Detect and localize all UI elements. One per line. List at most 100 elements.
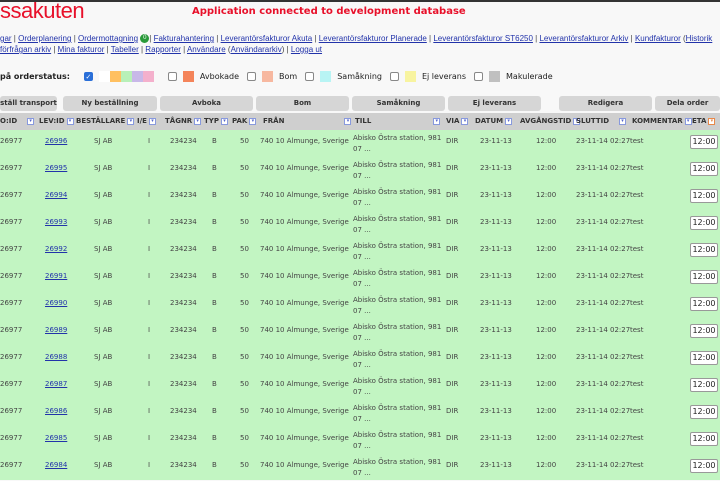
lev-id-link[interactable]: 26996 bbox=[45, 137, 67, 145]
lev-id-link[interactable]: 26991 bbox=[45, 272, 67, 280]
environment-message: Application connected to development dat… bbox=[192, 6, 466, 17]
lev-id-link[interactable]: 26984 bbox=[45, 461, 67, 469]
cell-via: DIR bbox=[446, 137, 459, 145]
cell-sluttid: 23-11-14 02:27 bbox=[576, 164, 631, 172]
table-row[interactable]: 26977 26988 SJ AB I 234234 B 50 740 10 Almunge,… bbox=[0, 346, 720, 373]
eta-input[interactable]: 12:00 bbox=[690, 216, 718, 230]
col-tagnr[interactable]: TÅGNR ▾ bbox=[165, 113, 202, 130]
cell-ord_id: 26977 bbox=[0, 272, 23, 280]
nav-anvandare[interactable]: Användare bbox=[187, 45, 226, 54]
eta-input[interactable]: 12:00 bbox=[690, 432, 718, 446]
cell-via: DIR bbox=[446, 434, 459, 442]
lev-id-link[interactable]: 26993 bbox=[45, 218, 67, 226]
nav-lev-akuta[interactable]: Leverantörsfakturor Akuta bbox=[221, 34, 313, 43]
eta-input[interactable]: 12:00 bbox=[690, 324, 718, 338]
nav-kundfakturor[interactable]: Kundfakturor bbox=[635, 34, 681, 43]
redigera-button[interactable]: Redigera bbox=[559, 96, 652, 111]
bom-button[interactable]: Bom bbox=[256, 96, 349, 111]
lev-id-link[interactable]: 26985 bbox=[45, 434, 67, 442]
cell-bestallare: SJ AB bbox=[94, 272, 113, 280]
col-datum[interactable]: DATUM ▾ bbox=[475, 113, 513, 130]
cell-lev: 26996 bbox=[45, 137, 67, 145]
lev-id-link[interactable]: 26988 bbox=[45, 353, 67, 361]
checkbox-makulerade[interactable] bbox=[474, 71, 484, 81]
nav-forfragan-arkiv[interactable]: förfrågan arkiv bbox=[0, 45, 51, 54]
eta-input[interactable]: 12:00 bbox=[690, 243, 718, 257]
checkbox-ej-leverans[interactable] bbox=[389, 71, 399, 81]
col-till[interactable]: TILL ▾ bbox=[355, 113, 441, 130]
eta-input[interactable]: 12:00 bbox=[690, 135, 718, 149]
cell-lev: 26989 bbox=[45, 326, 67, 334]
nav-mina-fakturor[interactable]: Mina fakturor bbox=[58, 45, 105, 54]
ny-bestallning-button[interactable]: Ny beställning bbox=[63, 96, 157, 111]
lev-id-link[interactable]: 26986 bbox=[45, 407, 67, 415]
nav-ordermottagning[interactable]: Ordermottagning bbox=[78, 34, 138, 43]
nav-fakturahantering[interactable]: Fakturahantering bbox=[154, 34, 214, 43]
dela-order-button[interactable]: Dela order bbox=[655, 96, 720, 111]
samakning-button[interactable]: Samåkning bbox=[352, 96, 445, 111]
nav-tabeller[interactable]: Tabeller bbox=[111, 45, 139, 54]
bestall-transport-button[interactable]: ställ transport bbox=[0, 96, 57, 111]
cell-bestallare: SJ AB bbox=[94, 164, 113, 172]
table-row[interactable]: 26977 26991 SJ AB I 234234 B 50 740 10 Almunge,… bbox=[0, 265, 720, 292]
nav-rapporter[interactable]: Rapporter bbox=[145, 45, 181, 54]
table-row[interactable]: 26977 26990 SJ AB I 234234 B 50 740 10 Almunge,… bbox=[0, 292, 720, 319]
col-eta[interactable]: ETA ▾ bbox=[692, 113, 716, 130]
eta-input[interactable]: 12:00 bbox=[690, 459, 718, 473]
cell-fran: 740 10 Almunge, Sverige bbox=[260, 461, 349, 469]
col-lev-id[interactable]: LEV:ID ▾ bbox=[39, 113, 74, 130]
lev-id-link[interactable]: 26995 bbox=[45, 164, 67, 172]
eta-input[interactable]: 12:00 bbox=[690, 270, 718, 284]
table-row[interactable]: 26977 26989 SJ AB I 234234 B 50 740 10 Almunge,… bbox=[0, 319, 720, 346]
col-bestallare[interactable]: BESTÄLLARE ▾ bbox=[76, 113, 135, 130]
col-ie[interactable]: I/E ▾ bbox=[137, 113, 156, 130]
nav-lev-planerade[interactable]: Leverantörsfakturor Planerade bbox=[319, 34, 427, 43]
table-row[interactable]: 26977 26985 SJ AB I 234234 B 50 740 10 Almunge,… bbox=[0, 427, 720, 454]
cell-via: DIR bbox=[446, 380, 459, 388]
table-row[interactable]: 26977 26986 SJ AB I 234234 B 50 740 10 Almunge,… bbox=[0, 400, 720, 427]
col-sluttid[interactable]: SLUTTID ▾ bbox=[576, 113, 627, 130]
cell-tagnr: 234234 bbox=[170, 137, 197, 145]
lev-id-link[interactable]: 26989 bbox=[45, 326, 67, 334]
lev-id-link[interactable]: 26994 bbox=[45, 191, 67, 199]
eta-input[interactable]: 12:00 bbox=[690, 189, 718, 203]
table-row[interactable]: 26977 26995 SJ AB I 234234 B 50 740 10 Almunge,… bbox=[0, 157, 720, 184]
lev-id-link[interactable]: 26990 bbox=[45, 299, 67, 307]
table-row[interactable]: 26977 26984 SJ AB I 234234 B 50 740 10 Almunge,… bbox=[0, 454, 720, 481]
nav-historik[interactable]: Historik bbox=[686, 34, 713, 43]
table-row[interactable]: 26977 26987 SJ AB I 234234 B 50 740 10 Almunge,… bbox=[0, 373, 720, 400]
col-typ[interactable]: TYP ▾ bbox=[204, 113, 228, 130]
nav-orderplanering[interactable]: Orderplanering bbox=[18, 34, 71, 43]
lev-id-link[interactable]: 26987 bbox=[45, 380, 67, 388]
nav-lev-arkiv[interactable]: Leverantörsfakturor Arkiv bbox=[539, 34, 628, 43]
table-row[interactable]: 26977 26994 SJ AB I 234234 B 50 740 10 Almunge,… bbox=[0, 184, 720, 211]
checkbox-avbokade[interactable] bbox=[167, 71, 177, 81]
nav-anvandararkiv[interactable]: Användararkiv bbox=[231, 45, 282, 54]
nav-logga-ut[interactable]: Logga ut bbox=[291, 45, 322, 54]
eta-input[interactable]: 12:00 bbox=[690, 297, 718, 311]
col-kommentar[interactable]: KOMMENTAR ▾ bbox=[632, 113, 692, 130]
checkbox-samakning[interactable] bbox=[305, 71, 315, 81]
col-pak[interactable]: PAK ▾ bbox=[232, 113, 257, 130]
cell-tagnr: 234234 bbox=[170, 353, 197, 361]
checkbox-active[interactable]: ✓ bbox=[83, 71, 93, 81]
avboka-button[interactable]: Avboka bbox=[160, 96, 253, 111]
cell-avgang: 12:00 bbox=[536, 245, 557, 253]
table-row[interactable]: 26977 26996 SJ AB I 234234 B 50 740 10 Almunge,… bbox=[0, 130, 720, 157]
eta-input[interactable]: 12:00 bbox=[690, 378, 718, 392]
checkbox-bom[interactable] bbox=[247, 71, 257, 81]
lev-id-link[interactable]: 26992 bbox=[45, 245, 67, 253]
ej-leverans-button[interactable]: Ej leverans bbox=[448, 96, 541, 111]
table-row[interactable]: 26977 26992 SJ AB I 234234 B 50 740 10 Almunge,… bbox=[0, 238, 720, 265]
col-fran[interactable]: FRÅN ▾ bbox=[263, 113, 352, 130]
eta-input[interactable]: 12:00 bbox=[690, 162, 718, 176]
nav-lev-st6250[interactable]: Leverantörsfakturor ST6250 bbox=[433, 34, 533, 43]
table-row[interactable]: 26977 26993 SJ AB I 234234 B 50 740 10 Almunge,… bbox=[0, 211, 720, 238]
col-ord-id[interactable]: O:ID ▾ bbox=[0, 113, 35, 130]
eta-input[interactable]: 12:00 bbox=[690, 405, 718, 419]
nav-link[interactable]: gar bbox=[0, 34, 12, 43]
col-via[interactable]: VIA ▾ bbox=[446, 113, 469, 130]
cell-datum: 23-11-13 bbox=[480, 434, 512, 442]
col-avgangstid[interactable]: AVGÅNGSTID ▾ bbox=[520, 113, 581, 130]
eta-input[interactable]: 12:00 bbox=[690, 351, 718, 365]
